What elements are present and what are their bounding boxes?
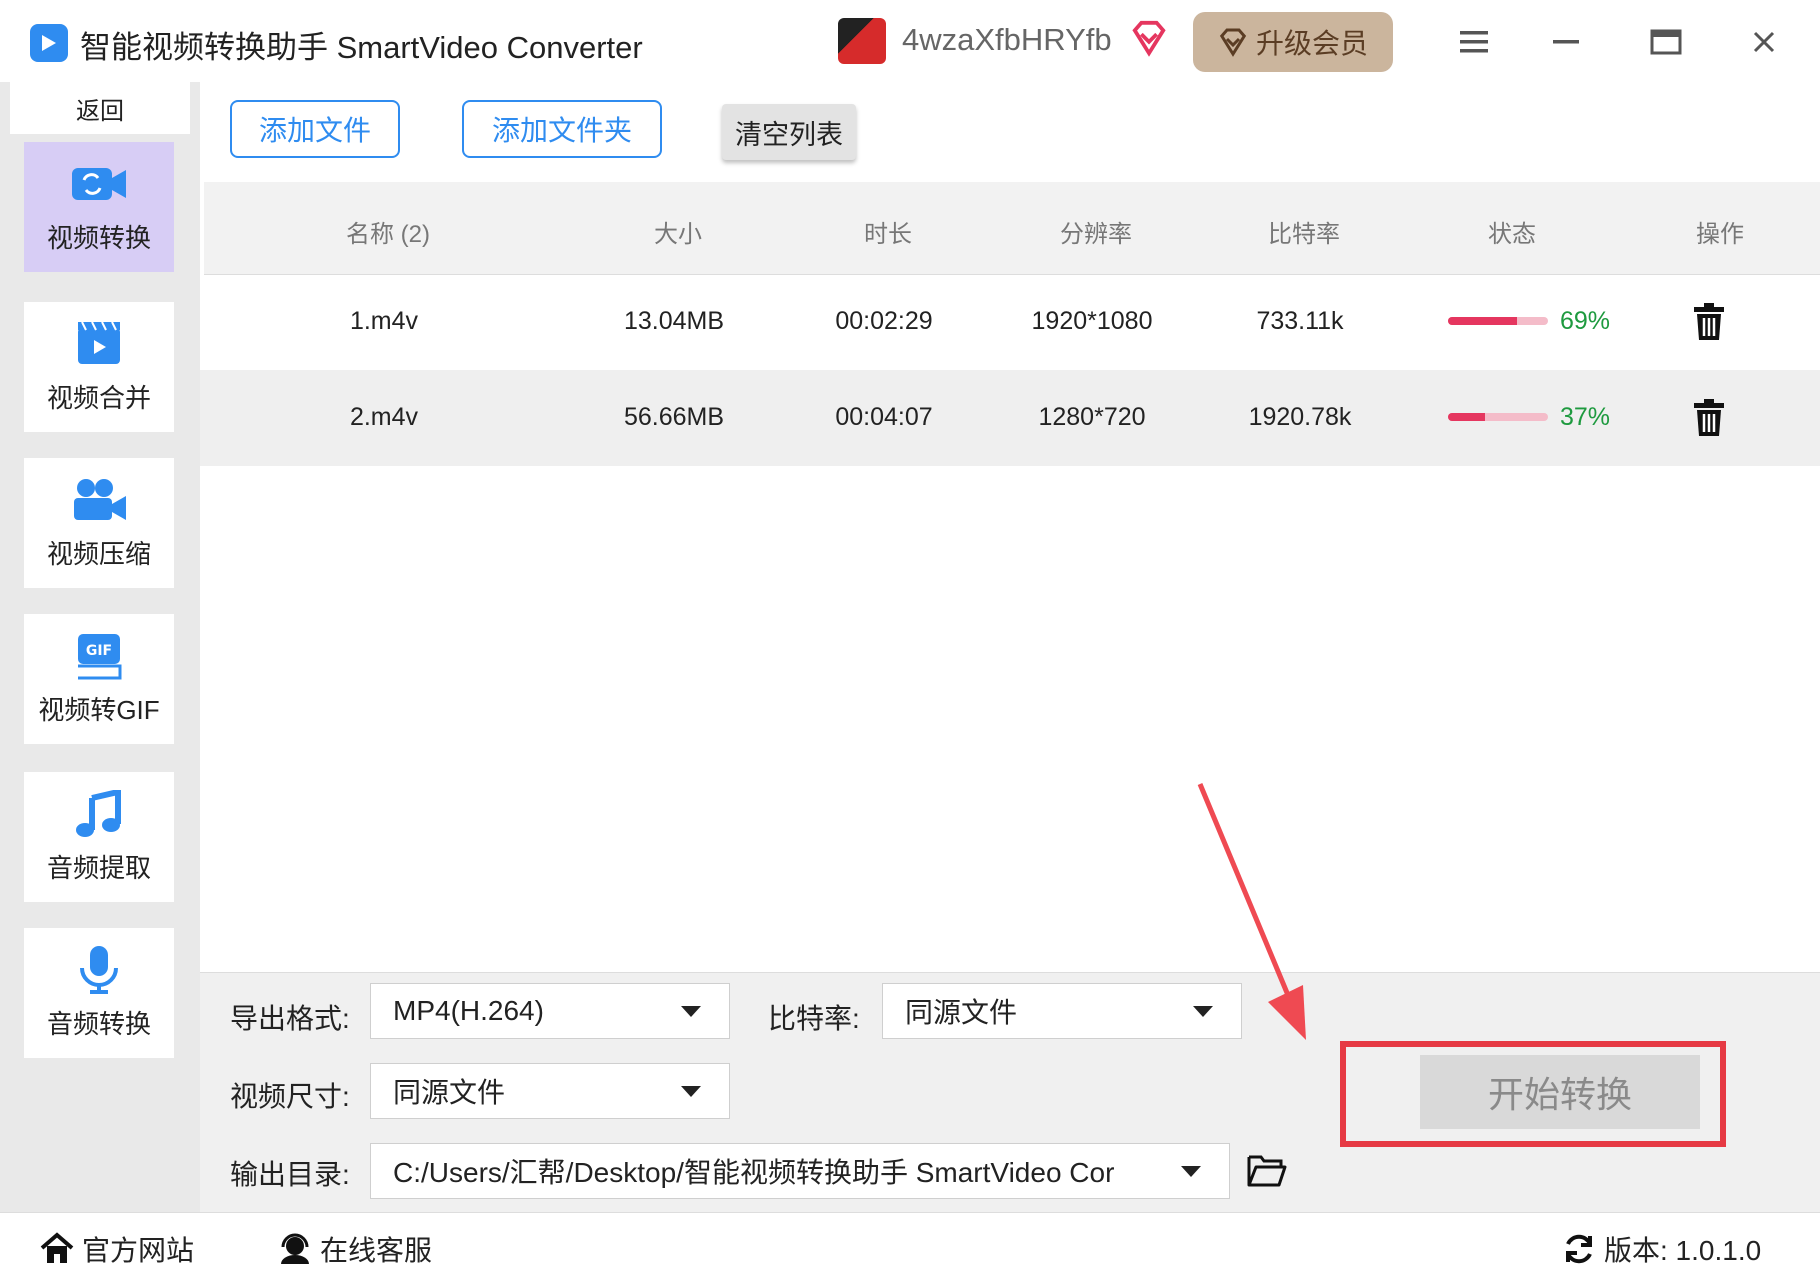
table-row[interactable]: 2.m4v 56.66MB 00:04:07 1280*720 1920.78k… [200, 370, 1820, 466]
col-status: 状态 [1488, 221, 1536, 248]
table-row[interactable]: 1.m4v 13.04MB 00:02:29 1920*1080 733.11k… [200, 274, 1820, 370]
sidebar-item-label: 视频合并 [46, 382, 151, 413]
output-path-value: C:/Users/汇帮/Desktop/智能视频转换助手 SmartVideo … [393, 1157, 1115, 1188]
output-settings: 导出格式: MP4(H.264) 比特率: 同源文件 视频尺寸: 同源文件 输出… [200, 972, 1820, 1213]
app-title: 智能视频转换助手 SmartVideo Converter [80, 30, 643, 65]
file-name: 1.m4v [349, 307, 419, 335]
col-resolution[interactable]: 分辨率 [1060, 214, 1132, 249]
sidebar-item-video-merge[interactable]: 视频合并 [24, 302, 174, 432]
app-logo-icon [30, 24, 68, 62]
version-info[interactable]: 版本: 1.0.1.0 [1562, 1229, 1761, 1269]
online-support-link[interactable]: 在线客服 [278, 1229, 432, 1269]
gif-icon: GIF [78, 633, 122, 679]
sidebar-item-label: 视频转换 [46, 222, 151, 253]
refresh-icon [1566, 1234, 1592, 1264]
sidebar-item-audio-convert[interactable]: 音频转换 [24, 928, 174, 1058]
chevron-down-icon [681, 1086, 701, 1097]
minimize-icon[interactable] [1544, 20, 1588, 64]
official-website-link[interactable]: 官方网站 [40, 1229, 194, 1269]
title-bar: 智能视频转换助手 SmartVideo Converter 4wzaXfbHRY… [0, 0, 1820, 83]
video-convert-icon [72, 167, 126, 200]
progress-percent: 69% [1560, 307, 1611, 335]
col-actions: 操作 [1696, 221, 1744, 248]
output-label: 输出目录: [230, 1159, 350, 1190]
progress-fill [1448, 317, 1517, 325]
col-name[interactable]: 名称 (2) [346, 214, 430, 249]
support-label: 在线客服 [320, 1235, 433, 1266]
microphone-icon [80, 945, 118, 994]
bitrate-value: 同源文件 [905, 997, 1018, 1028]
svg-text:GIF: GIF [86, 643, 112, 659]
chevron-down-icon [1181, 1166, 1201, 1177]
format-value: MP4(H.264) [393, 995, 544, 1026]
file-resolution: 1920*1080 [1031, 307, 1153, 335]
home-icon [40, 1232, 74, 1263]
table-header: 名称 (2) 大小 时长 分辨率 比特率 状态 操作 [204, 182, 1820, 275]
version-label: 版本: 1.0.1.0 [1604, 1235, 1762, 1266]
add-file-button[interactable]: 添加文件 [230, 100, 400, 158]
headset-icon [281, 1233, 309, 1264]
trash-icon[interactable] [1692, 398, 1726, 438]
music-note-icon [76, 789, 121, 837]
col-bitrate[interactable]: 比特率 [1268, 214, 1340, 249]
close-icon[interactable] [1742, 20, 1786, 64]
clear-list-button[interactable]: 清空列表 [722, 104, 856, 160]
sidebar-item-label: 视频转GIF [38, 694, 160, 725]
website-label: 官方网站 [82, 1235, 195, 1266]
col-duration[interactable]: 时长 [864, 214, 912, 249]
sidebar-item-label: 视频压缩 [46, 538, 151, 569]
output-path-select[interactable]: C:/Users/汇帮/Desktop/智能视频转换助手 SmartVideo … [370, 1143, 1230, 1199]
format-label: 导出格式: [230, 1003, 350, 1034]
progress-bar [1448, 413, 1548, 421]
progress-bar [1448, 317, 1548, 325]
vip-diamond-icon [1132, 20, 1166, 57]
menu-icon[interactable] [1452, 20, 1496, 64]
footer: 官方网站 在线客服 版本: 1.0.1.0 [0, 1212, 1820, 1281]
diamond-icon [1219, 28, 1247, 57]
folder-open-icon[interactable] [1247, 1153, 1287, 1187]
file-resolution: 1280*720 [1038, 403, 1146, 431]
username[interactable]: 4wzaXfbHRYfb [902, 22, 1112, 58]
sidebar-item-video-gif[interactable]: GIF 视频转GIF [24, 614, 174, 744]
file-bitrate: 1920.78k [1248, 403, 1352, 431]
avatar[interactable] [838, 18, 886, 64]
sidebar-item-label: 音频转换 [46, 1008, 151, 1039]
chevron-down-icon [1193, 1006, 1213, 1017]
file-table: 名称 (2) 大小 时长 分辨率 比特率 状态 操作 1.m4v 13.04MB… [200, 182, 1820, 972]
sidebar: 返回 视频转换 视频合并 视频压缩 GIF 视频转GIF 音频提取 音频转换 [0, 82, 200, 1212]
chevron-down-icon [681, 1006, 701, 1017]
add-folder-button[interactable]: 添加文件夹 [462, 100, 662, 158]
file-size: 56.66MB [623, 403, 725, 431]
maximize-icon[interactable] [1644, 20, 1688, 64]
progress-fill [1448, 413, 1485, 421]
file-bitrate: 733.11k [1256, 307, 1344, 335]
size-label: 视频尺寸: [230, 1081, 350, 1112]
start-convert-button[interactable]: 开始转换 [1420, 1055, 1700, 1129]
sidebar-item-video-compress[interactable]: 视频压缩 [24, 458, 174, 588]
video-merge-icon [78, 321, 120, 364]
size-select[interactable]: 同源文件 [370, 1063, 730, 1119]
sidebar-item-audio-extract[interactable]: 音频提取 [24, 772, 174, 902]
bitrate-select[interactable]: 同源文件 [882, 983, 1242, 1039]
format-select[interactable]: MP4(H.264) [370, 983, 730, 1039]
video-compress-icon [74, 478, 126, 520]
toolbar: 添加文件 添加文件夹 清空列表 [200, 82, 1820, 182]
file-name: 2.m4v [349, 403, 419, 431]
file-size: 13.04MB [623, 307, 725, 335]
file-duration: 00:02:29 [835, 307, 933, 335]
size-value: 同源文件 [393, 1077, 506, 1108]
sidebar-item-label: 音频提取 [46, 852, 151, 883]
progress-percent: 37% [1560, 403, 1611, 431]
trash-icon[interactable] [1692, 302, 1726, 342]
bitrate-label: 比特率: [768, 1003, 860, 1034]
back-button[interactable]: 返回 [10, 82, 190, 134]
col-size[interactable]: 大小 [654, 214, 702, 249]
sidebar-item-video-convert[interactable]: 视频转换 [24, 142, 174, 272]
upgrade-label: 升级会员 [1255, 28, 1368, 59]
file-duration: 00:04:07 [835, 403, 933, 431]
upgrade-vip-button[interactable]: 升级会员 [1193, 12, 1393, 72]
